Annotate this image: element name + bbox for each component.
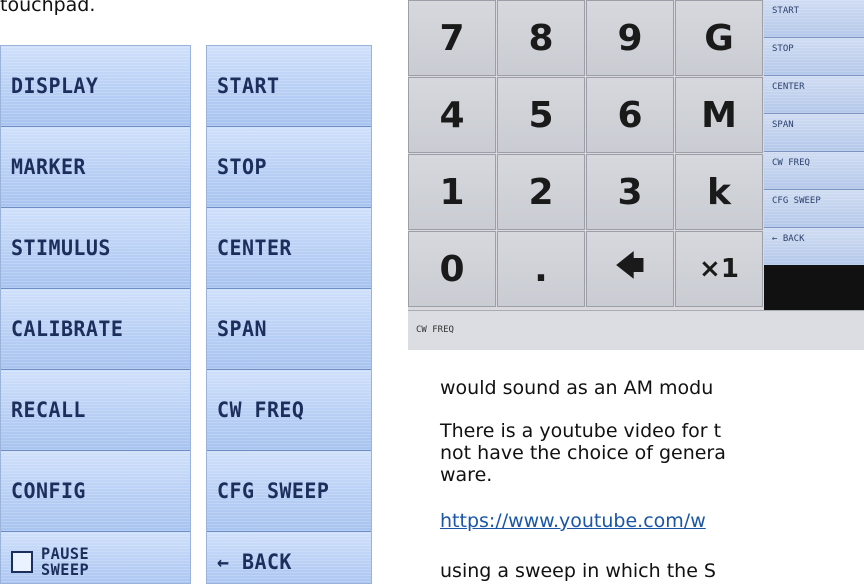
display-label: DISPLAY [11, 74, 99, 98]
recall-label: RECALL [11, 398, 86, 422]
doc-line-youtube: There is a youtube video for t [440, 420, 722, 442]
cw-freq-button[interactable]: CW FREQ [207, 370, 371, 451]
doc-line-ware: ware. [440, 464, 493, 486]
key-4[interactable]: 4 [408, 77, 496, 153]
side-cfg-sweep-button[interactable]: CFG SWEEP [764, 190, 864, 228]
center-label: CENTER [217, 236, 292, 260]
keypad-screenshot: 7 8 9 G 4 5 6 M 1 2 3 k 0 . 🡄 ×1 START S… [408, 0, 864, 350]
side-menu-empty-slot [764, 265, 864, 310]
side-start-button[interactable]: START [764, 0, 864, 38]
key-g[interactable]: G [675, 0, 763, 76]
stimulus-menu-panel: START STOP CENTER SPAN CW FREQ CFG SWEEP… [206, 45, 372, 584]
doc-line-sweep: using a sweep in which the S [440, 560, 716, 582]
side-cw-freq-button[interactable]: CW FREQ [764, 152, 864, 190]
doc-line-am: would sound as an AM modu [440, 377, 714, 399]
side-stop-button[interactable]: STOP [764, 38, 864, 76]
cw-freq-label: CW FREQ [217, 398, 305, 422]
key-8[interactable]: 8 [497, 0, 585, 76]
key-k[interactable]: k [675, 154, 763, 230]
span-button[interactable]: SPAN [207, 289, 371, 370]
key-1[interactable]: 1 [408, 154, 496, 230]
pause-checkbox[interactable] [11, 550, 33, 573]
youtube-link[interactable]: https://www.youtube.com/w [440, 510, 706, 532]
side-back-button[interactable]: ← BACK [764, 228, 864, 266]
pause-sweep-toggle[interactable]: PAUSE SWEEP [1, 532, 190, 583]
stimulus-label: STIMULUS [11, 236, 111, 260]
span-label: SPAN [217, 317, 267, 341]
back-label: ← BACK [217, 549, 292, 574]
numeric-keypad: 7 8 9 G 4 5 6 M 1 2 3 k 0 . 🡄 ×1 [408, 0, 764, 310]
center-button[interactable]: CENTER [207, 208, 371, 289]
key-6[interactable]: 6 [586, 77, 674, 153]
key-0[interactable]: 0 [408, 231, 496, 307]
key-9[interactable]: 9 [586, 0, 674, 76]
display-button[interactable]: DISPLAY [1, 46, 190, 127]
side-span-button[interactable]: SPAN [764, 114, 864, 152]
pause-sweep-label: PAUSE SWEEP [41, 543, 90, 579]
back-button[interactable]: ← BACK [207, 532, 371, 583]
keypad-side-menu: START STOP CENTER SPAN CW FREQ CFG SWEEP… [764, 0, 864, 310]
key-m[interactable]: M [675, 77, 763, 153]
key-5[interactable]: 5 [497, 77, 585, 153]
config-label: CONFIG [11, 479, 86, 503]
start-label: START [217, 74, 280, 98]
doc-line-choice: not have the choice of genera [440, 442, 726, 464]
key-7[interactable]: 7 [408, 0, 496, 76]
recall-button[interactable]: RECALL [1, 370, 190, 451]
start-button[interactable]: START [207, 46, 371, 127]
stop-button[interactable]: STOP [207, 127, 371, 208]
side-center-button[interactable]: CENTER [764, 76, 864, 114]
config-button[interactable]: CONFIG [1, 451, 190, 532]
key-2[interactable]: 2 [497, 154, 585, 230]
key-backspace[interactable]: 🡄 [586, 231, 674, 307]
key-decimal[interactable]: . [497, 231, 585, 307]
key-3[interactable]: 3 [586, 154, 674, 230]
cfg-sweep-label: CFG SWEEP [217, 479, 330, 503]
stimulus-button[interactable]: STIMULUS [1, 208, 190, 289]
key-x1[interactable]: ×1 [675, 231, 763, 307]
status-text: CW FREQ [416, 325, 454, 335]
calibrate-button[interactable]: CALIBRATE [1, 289, 190, 370]
keypad-status-bar: CW FREQ [408, 310, 864, 350]
main-menu-panel: DISPLAY MARKER STIMULUS CALIBRATE RECALL… [0, 45, 191, 584]
marker-button[interactable]: MARKER [1, 127, 190, 208]
stop-label: STOP [217, 155, 267, 179]
cfg-sweep-button[interactable]: CFG SWEEP [207, 451, 371, 532]
doc-intro-fragment: touchpad. [0, 0, 96, 16]
marker-label: MARKER [11, 155, 86, 179]
calibrate-label: CALIBRATE [11, 317, 124, 341]
